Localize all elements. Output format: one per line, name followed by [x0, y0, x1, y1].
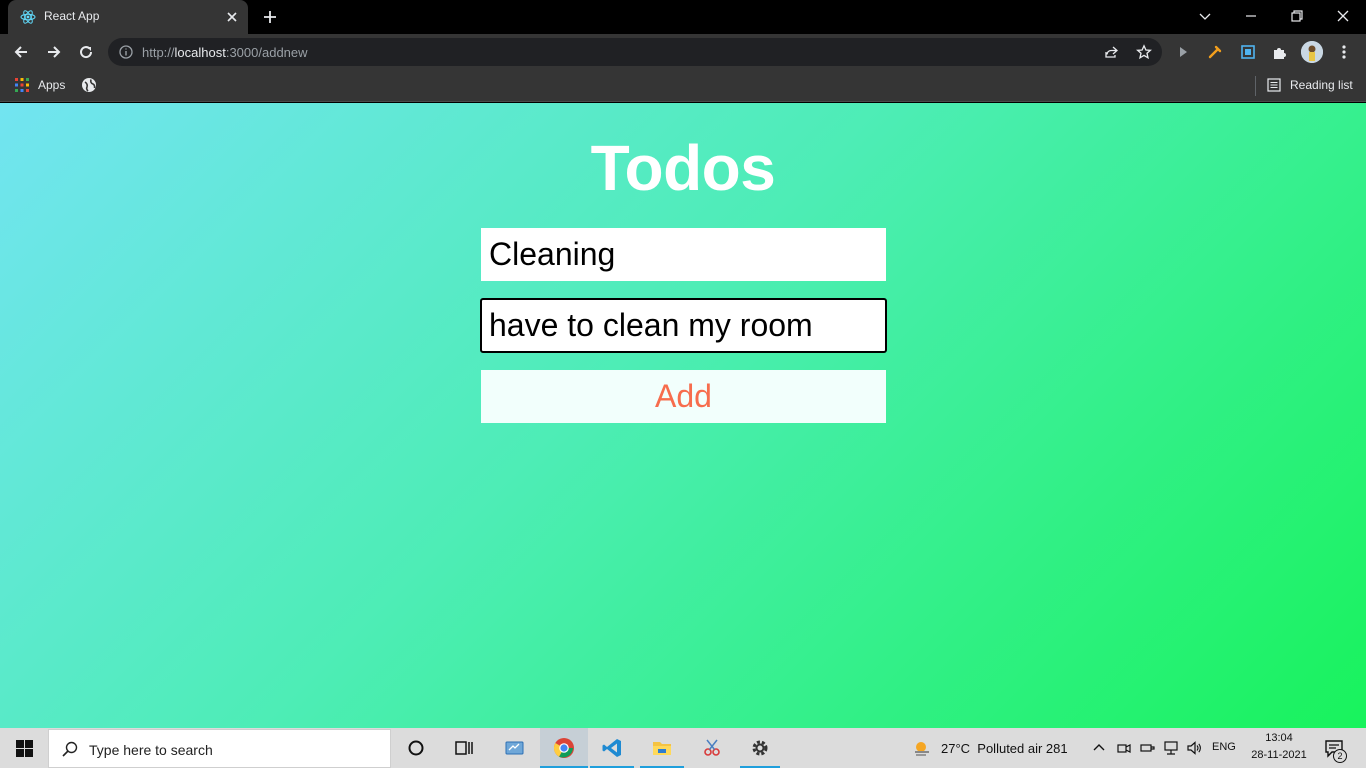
weather-condition: Polluted air 281 — [977, 741, 1068, 756]
restore-icon[interactable] — [1289, 8, 1305, 24]
url-scheme: http:// — [142, 45, 175, 60]
minimize-icon[interactable] — [1243, 8, 1259, 24]
snipping-tool-icon[interactable] — [701, 737, 723, 759]
windows-taskbar: Type here to search 27°C Polluted air 28… — [0, 728, 1366, 768]
info-icon[interactable] — [118, 44, 134, 60]
usb-device-icon[interactable] — [1139, 740, 1155, 756]
meet-now-icon[interactable] — [1116, 740, 1132, 756]
clock-date[interactable]: 28-11-2021 — [1244, 749, 1314, 761]
share-icon[interactable] — [1103, 44, 1119, 60]
todo-description-input[interactable] — [480, 298, 887, 353]
weather-temperature: 27°C — [941, 741, 971, 756]
settings-taskbar-button[interactable] — [740, 728, 780, 768]
notification-count-badge: 2 — [1333, 749, 1347, 763]
url-path: :3000/addnew — [225, 45, 308, 60]
file-explorer-taskbar-button[interactable] — [640, 728, 684, 768]
clock-time[interactable]: 13:04 — [1264, 732, 1294, 744]
weather-widget[interactable]: 27°C Polluted air 281 — [941, 741, 1068, 756]
globe-icon[interactable] — [81, 77, 97, 93]
search-icon — [62, 741, 78, 757]
vscode-icon — [602, 739, 621, 757]
reload-icon[interactable] — [77, 43, 95, 61]
browser-title-bar: React App — [0, 0, 1366, 34]
windows-start-icon[interactable] — [16, 740, 33, 757]
apps-bookmark[interactable]: Apps — [38, 78, 65, 92]
bookmarks-divider — [1255, 76, 1256, 96]
new-tab-icon[interactable] — [262, 9, 278, 25]
chevron-up-icon[interactable] — [1091, 740, 1107, 756]
url-host: localhost — [174, 45, 226, 60]
todo-title-input[interactable] — [481, 228, 886, 281]
search-placeholder: Type here to search — [89, 742, 213, 758]
language-indicator[interactable]: ENG — [1212, 741, 1236, 753]
add-todo-button[interactable]: Add — [481, 370, 886, 423]
kebab-menu-icon[interactable] — [1335, 43, 1353, 61]
settings-icon — [752, 740, 768, 756]
browser-tab[interactable]: React App — [8, 0, 248, 34]
weather-sun-icon[interactable] — [912, 738, 932, 758]
bookmark-star-icon[interactable] — [1136, 44, 1152, 60]
react-icon — [20, 10, 36, 24]
extensions-puzzle-icon[interactable] — [1271, 43, 1289, 61]
reading-list-button[interactable]: Reading list — [1290, 78, 1353, 92]
screenshot-extension-icon[interactable] — [1239, 43, 1257, 61]
chrome-taskbar-button[interactable] — [540, 728, 588, 768]
reading-list-icon[interactable] — [1267, 78, 1281, 92]
file-explorer-icon — [653, 742, 671, 755]
close-window-icon[interactable] — [1335, 8, 1351, 24]
window-app-icon[interactable] — [503, 737, 525, 759]
dropper-extension-icon[interactable] — [1206, 43, 1224, 61]
url-text[interactable]: http://localhost:3000/addnew — [142, 45, 308, 60]
volume-icon[interactable] — [1186, 740, 1202, 756]
cortana-icon[interactable] — [405, 737, 427, 759]
taskbar-search-box[interactable]: Type here to search — [48, 729, 391, 768]
profile-avatar[interactable] — [1301, 41, 1323, 63]
network-icon[interactable] — [1163, 740, 1179, 756]
back-arrow-icon[interactable] — [12, 43, 30, 61]
chrome-icon — [553, 738, 574, 758]
forward-arrow-icon[interactable] — [45, 43, 63, 61]
close-icon[interactable] — [224, 9, 240, 25]
profile-picture-icon — [1301, 41, 1323, 63]
vscode-taskbar-button[interactable] — [590, 728, 634, 768]
page-viewport: Todos Add — [0, 103, 1366, 728]
task-view-icon[interactable] — [453, 737, 475, 759]
page-title: Todos — [590, 132, 776, 204]
apps-grid-icon[interactable] — [15, 78, 29, 92]
tab-search-icon[interactable] — [1197, 8, 1213, 24]
bookmarks-bar: Apps Reading list — [0, 70, 1366, 102]
play-extension-icon[interactable] — [1174, 43, 1192, 61]
browser-toolbar: http://localhost:3000/addnew — [0, 34, 1366, 70]
tab-title: React App — [44, 9, 100, 23]
address-bar[interactable]: http://localhost:3000/addnew — [108, 38, 1162, 66]
